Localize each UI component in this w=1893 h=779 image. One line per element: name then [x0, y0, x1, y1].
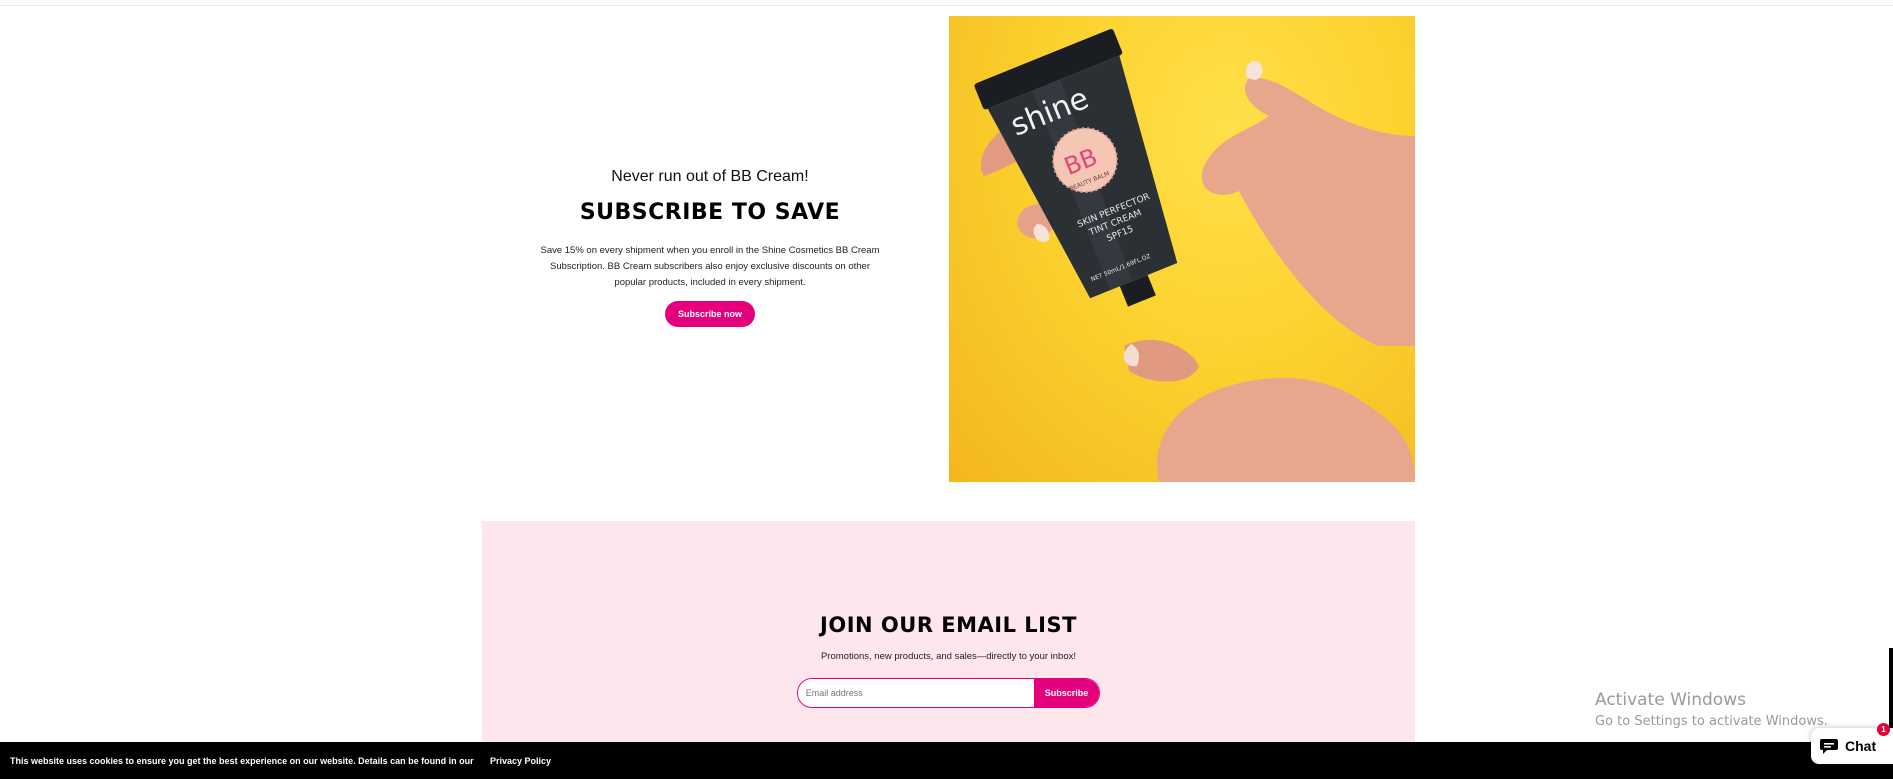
- product-hero-image: shine BB BEAUTY BALM SKIN PERFECTOR TINT…: [949, 16, 1415, 482]
- subscribe-section: Never run out of BB Cream! SUBSCRIBE TO …: [540, 168, 880, 327]
- privacy-policy-link[interactable]: Privacy Policy: [490, 756, 551, 766]
- chat-unread-badge: 1: [1877, 723, 1890, 736]
- subscribe-eyebrow: Never run out of BB Cream!: [611, 168, 809, 185]
- email-list-title: JOIN OUR EMAIL LIST: [820, 613, 1077, 637]
- hand-lower: [1157, 377, 1415, 482]
- subscribe-now-button[interactable]: Subscribe now: [664, 301, 755, 327]
- subscribe-description: Save 15% on every shipment when you enro…: [540, 245, 880, 288]
- side-edge-tab[interactable]: [1889, 648, 1893, 738]
- bb-cream-illustration: shine BB BEAUTY BALM SKIN PERFECTOR TINT…: [974, 29, 1415, 482]
- page: Never run out of BB Cream! SUBSCRIBE TO …: [0, 0, 1893, 779]
- email-input[interactable]: [797, 679, 1034, 707]
- subscribe-headline: SUBSCRIBE TO SAVE: [579, 200, 841, 225]
- chat-label: Chat: [1845, 738, 1877, 754]
- cookie-message: This website uses cookies to ensure you …: [10, 756, 474, 766]
- watermark-line2: Go to Settings to activate Windows.: [1595, 714, 1828, 729]
- cookie-banner: This website uses cookies to ensure you …: [0, 742, 1893, 779]
- activate-windows-watermark: Activate Windows Go to Settings to activ…: [1595, 690, 1828, 729]
- chat-button[interactable]: Chat 1: [1811, 723, 1893, 764]
- chat-bubble-icon: [1820, 739, 1838, 754]
- email-signup-form: Subscribe: [796, 678, 1101, 708]
- hand-right: [1201, 77, 1415, 347]
- email-list-subtitle: Promotions, new products, and sales—dire…: [820, 651, 1077, 662]
- fingernail-top: [1245, 61, 1263, 80]
- header-divider: [0, 5, 1893, 6]
- email-list-section: JOIN OUR EMAIL LIST Promotions, new prod…: [482, 521, 1415, 779]
- watermark-line1: Activate Windows: [1595, 690, 1746, 710]
- email-subscribe-button[interactable]: Subscribe: [1033, 679, 1100, 707]
- bb-tube: shine BB BEAUTY BALM SKIN PERFECTOR TINT…: [974, 29, 1178, 307]
- email-list-content: JOIN OUR EMAIL LIST Promotions, new prod…: [482, 613, 1415, 708]
